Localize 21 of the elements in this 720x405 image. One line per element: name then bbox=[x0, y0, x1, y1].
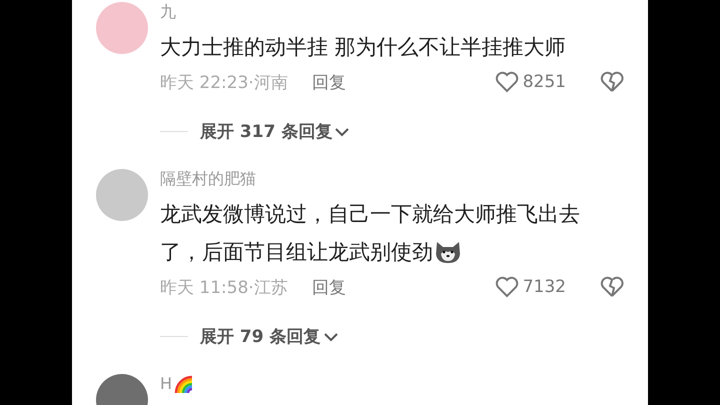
time-location: 昨天 22:23·河南 bbox=[160, 72, 288, 94]
dislike-button[interactable] bbox=[600, 71, 624, 93]
comment-text: 大力士推的动半挂 那为什么不让半挂推大师 bbox=[160, 34, 567, 61]
comment-text: 龙武发微博说过，自己一下就给大师推飞出去了，后面节目组让龙武别使劲 bbox=[160, 201, 581, 266]
username[interactable]: H bbox=[160, 374, 194, 394]
broken-heart-icon bbox=[600, 276, 624, 298]
like-button[interactable]: 8251 bbox=[494, 71, 566, 93]
chevron-down-icon bbox=[335, 126, 350, 136]
broken-heart-icon bbox=[600, 71, 624, 93]
time-location: 昨天 11:58·江苏 bbox=[160, 276, 288, 298]
heart-icon bbox=[494, 276, 519, 298]
heart-icon bbox=[494, 71, 519, 93]
like-button[interactable]: 7132 bbox=[494, 276, 566, 298]
dislike-button[interactable] bbox=[600, 276, 624, 298]
reply-button[interactable]: 回复 bbox=[312, 70, 346, 94]
expand-replies-button[interactable]: 展开 79 条回复 bbox=[200, 325, 338, 348]
username[interactable]: 九 bbox=[160, 2, 176, 22]
chevron-down-icon bbox=[324, 332, 338, 342]
username[interactable]: 隔壁村的肥猫 bbox=[160, 169, 256, 189]
reply-button[interactable]: 回复 bbox=[312, 276, 346, 298]
expand-replies-button[interactable]: 展开 317 条回复 bbox=[200, 120, 350, 143]
